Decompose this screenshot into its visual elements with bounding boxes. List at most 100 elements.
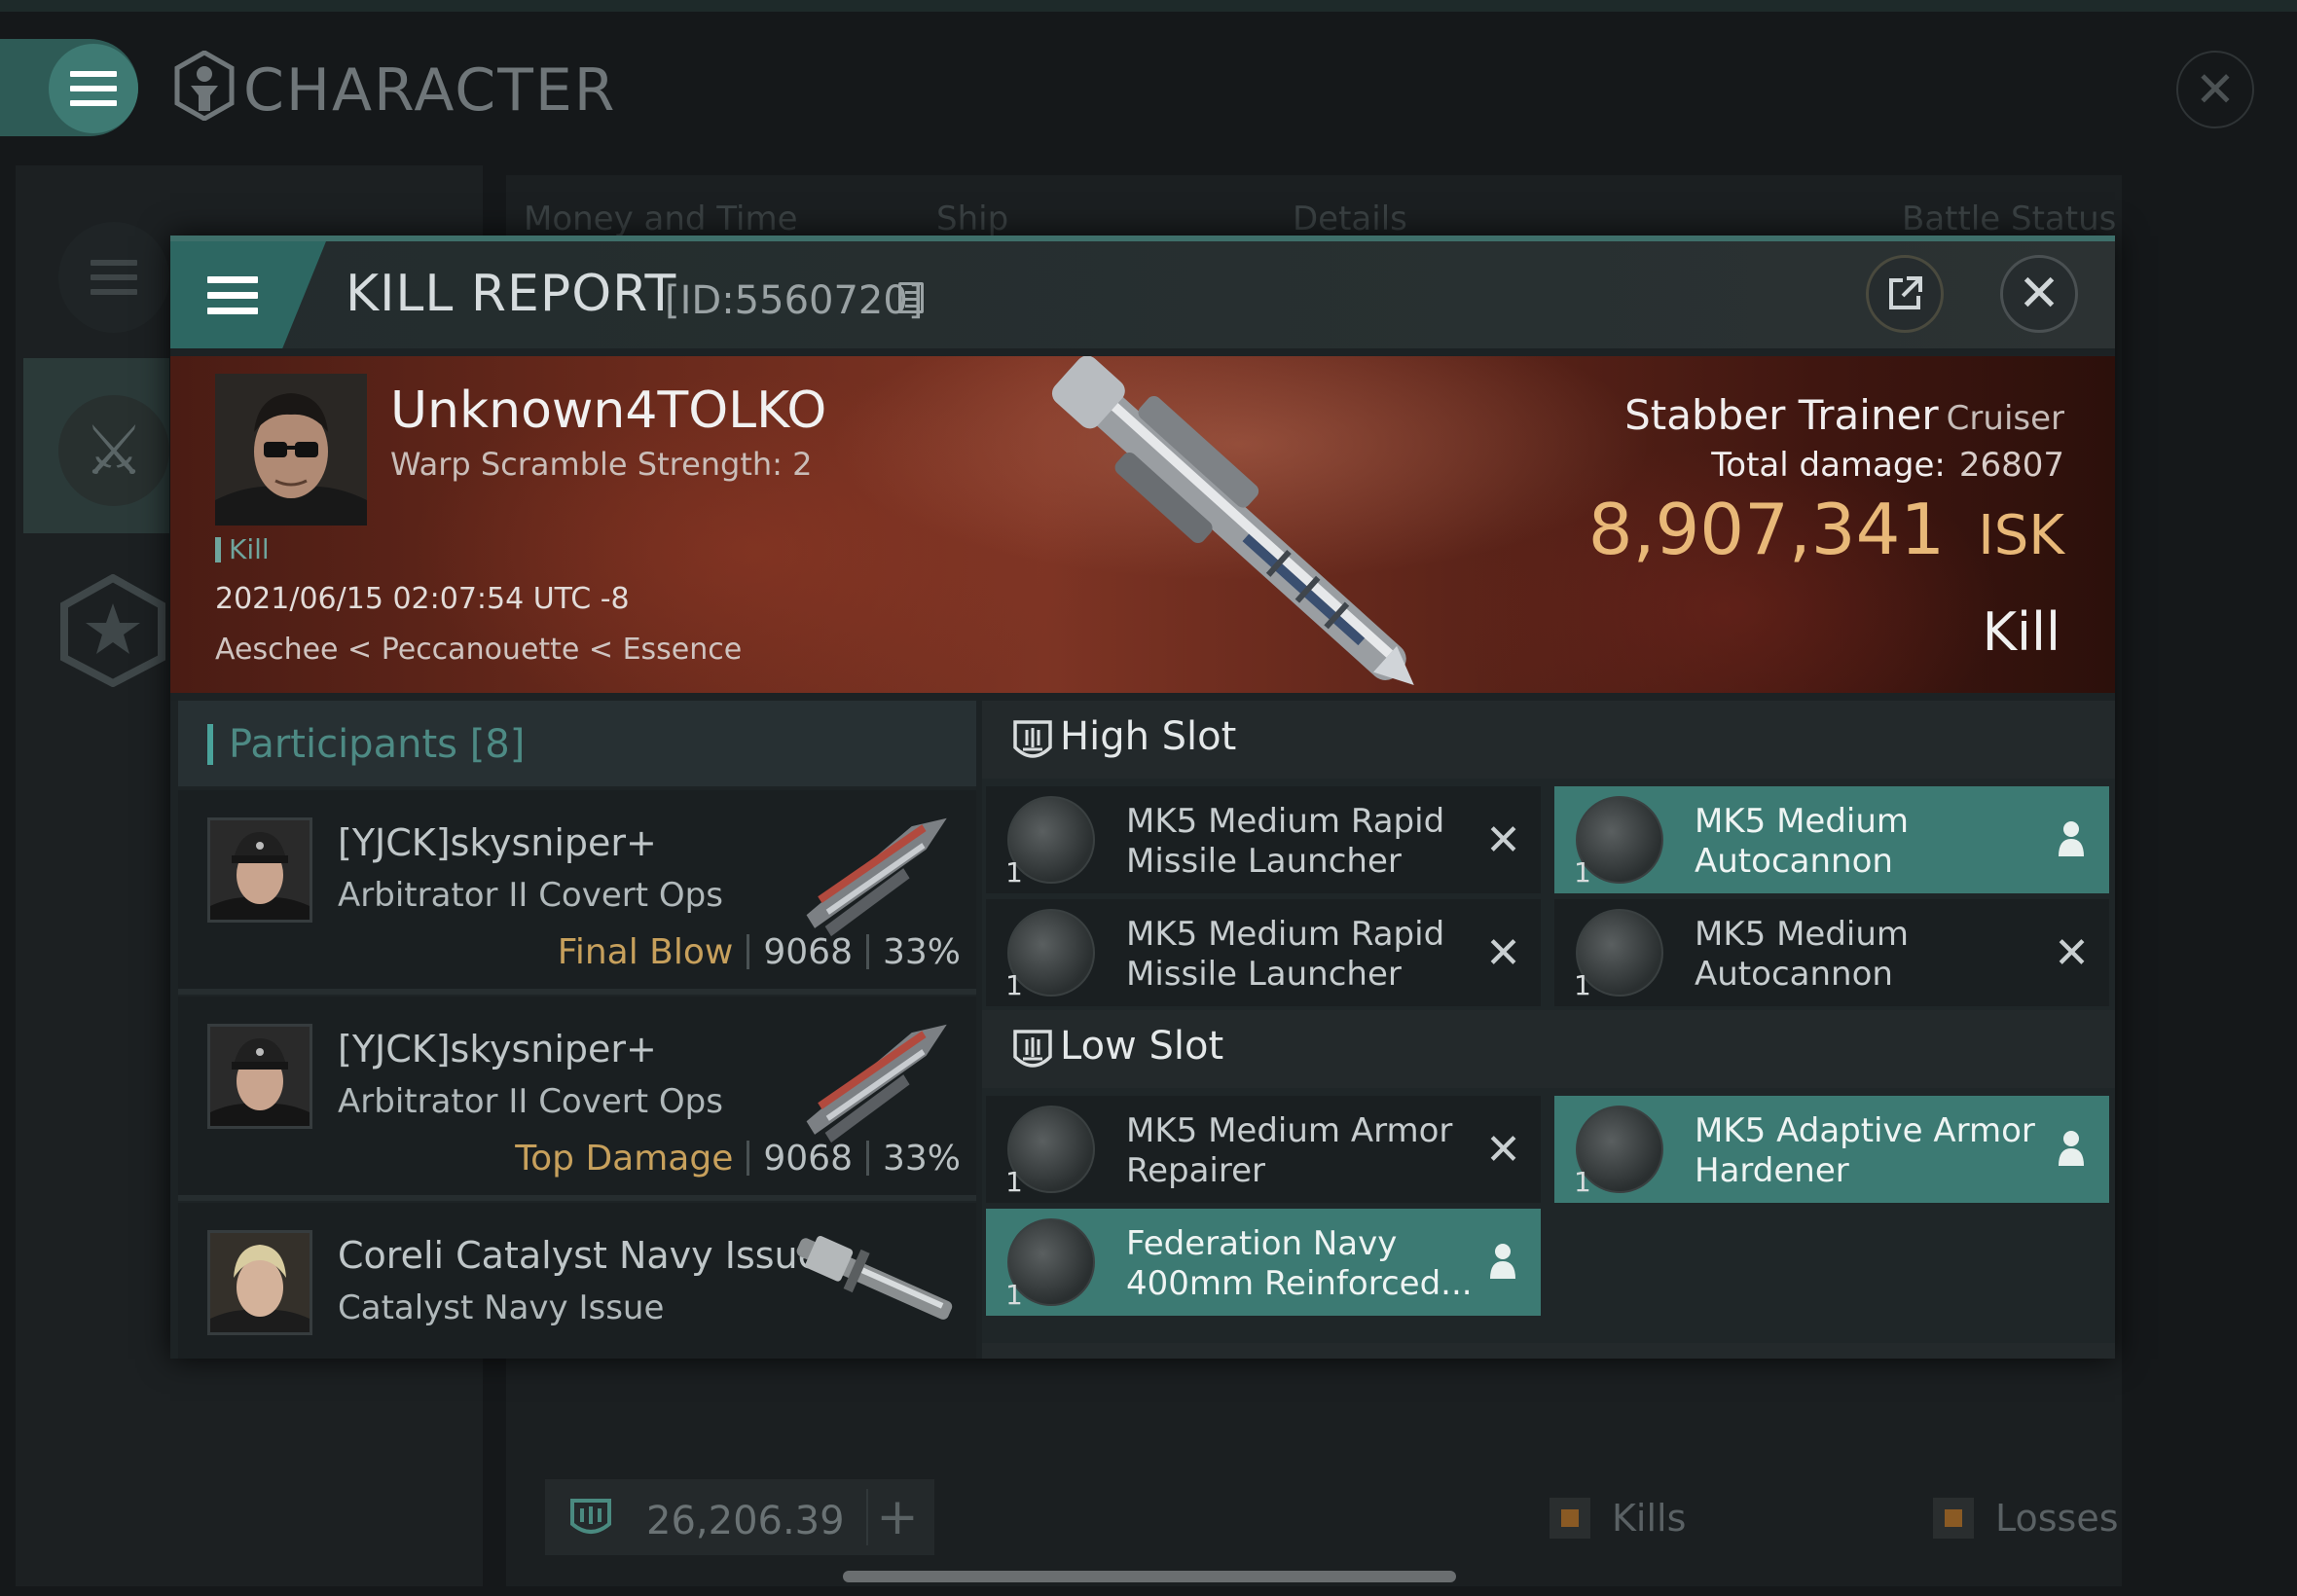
participant-portrait (210, 820, 310, 920)
module-name: MK5 Medium Rapid Missile Launcher (1126, 915, 1445, 994)
close-button[interactable]: ✕ (2000, 255, 2078, 333)
list-icon (91, 260, 137, 295)
add-button[interactable]: + (866, 1488, 927, 1546)
dropped-person-icon (2059, 1131, 2084, 1166)
module-quantity: 1 (1574, 1166, 1591, 1198)
close-icon: ✕ (2018, 265, 2060, 323)
module-quantity: 1 (1574, 856, 1591, 889)
participant-ship: Arbitrator II Covert Ops (338, 876, 723, 915)
hamburger-icon (70, 71, 117, 106)
module-item[interactable]: 1 MK5 Adaptive Armor Hardener (1554, 1096, 2109, 1203)
modal-title: KILL REPORT (346, 265, 677, 323)
mid-slot-header-partial (982, 1343, 2115, 1359)
victim-name[interactable]: Unknown4TOLKO (390, 381, 826, 440)
high-slot-label: High Slot (1060, 714, 1237, 759)
module-item[interactable]: 1 MK5 Medium Autocannon (1554, 786, 2109, 893)
isk-unit: ISK (1978, 504, 2064, 567)
wallet-value: 26,206.39 (646, 1499, 845, 1543)
victim-portrait-image (215, 374, 367, 526)
module-name: MK5 Medium Autocannon (1695, 915, 1910, 994)
module-name: MK5 Medium Rapid Missile Launcher (1126, 802, 1445, 881)
participant-row[interactable]: Coreli Catalyst Navy Issue5 Catalyst Nav… (178, 1203, 976, 1359)
kill-datetime: 2021/06/15 02:07:54 UTC -8 (215, 582, 630, 616)
low-slot-label: Low Slot (1060, 1024, 1224, 1069)
participant-ship: Catalyst Navy Issue (338, 1288, 665, 1327)
participant-ship-image (806, 1024, 947, 1143)
participant-ship: Arbitrator II Covert Ops (338, 1082, 723, 1121)
copy-icon[interactable] (898, 282, 924, 313)
participant-row[interactable]: [YJCK]skysniper+ Arbitrator II Covert Op… (178, 997, 976, 1201)
victim-portrait[interactable] (215, 374, 367, 526)
participant-avatar (207, 1230, 312, 1335)
module-item[interactable]: 1 Federation Navy 400mm Reinforced... (986, 1209, 1541, 1316)
module-name: MK5 Medium Armor Repairer (1126, 1111, 1453, 1190)
module-quantity: 1 (1005, 969, 1023, 1001)
total-damage: Total damage: 26807 (1711, 446, 2064, 485)
participant-tag: Final Blow (557, 932, 734, 972)
character-icon (174, 51, 235, 121)
module-quantity: 1 (1005, 1279, 1023, 1311)
participant-name: Coreli Catalyst Navy Issue5 (338, 1234, 833, 1277)
total-damage-value: 26807 (1958, 446, 2064, 485)
participant-percent: 33% (882, 1139, 961, 1179)
module-item[interactable]: 1 MK5 Medium Autocannon ✕ (1554, 899, 2109, 1006)
participant-damage: 9068 (763, 932, 853, 972)
module-quantity: 1 (1574, 969, 1591, 1001)
combat-log-button[interactable]: ⚔ (58, 395, 169, 506)
legend-losses: Losses (1933, 1497, 2119, 1540)
participant-stats: Final Blow 9068 33% (558, 932, 961, 972)
victim-ship-name: Stabber Trainer (1624, 391, 1939, 439)
medals-button[interactable] (56, 574, 169, 687)
module-item[interactable]: 1 MK5 Medium Rapid Missile Launcher ✕ (986, 899, 1541, 1006)
tab-ship[interactable]: Ship (936, 200, 1008, 238)
share-button[interactable] (1866, 255, 1944, 333)
participant-tag: Top Damage (515, 1139, 734, 1179)
destroyed-icon: ✕ (1485, 1125, 1521, 1175)
module-item[interactable]: 1 MK5 Medium Rapid Missile Launcher ✕ (986, 786, 1541, 893)
character-tabs: Money and Time Ship Details Battle Statu… (524, 200, 2120, 238)
participant-stats: Top Damage 9068 33% (515, 1139, 961, 1179)
total-damage-label: Total damage: (1711, 446, 1946, 485)
crossed-swords-icon: ⚔ (83, 411, 145, 490)
star-badge-icon (60, 574, 165, 687)
participant-percent: 33% (882, 932, 961, 972)
module-quantity: 1 (1005, 1166, 1023, 1198)
participant-ship-image (796, 1236, 953, 1320)
participant-damage: 9068 (763, 1139, 853, 1179)
isk-value: 8,907,341 ISK (1588, 489, 2064, 570)
tab-details[interactable]: Details (1293, 200, 1407, 238)
module-item[interactable]: 1 MK5 Medium Armor Repairer ✕ (986, 1096, 1541, 1203)
kills-swatch-icon (1550, 1498, 1590, 1539)
high-slot-header: High Slot (982, 701, 2115, 779)
kill-report-id: [ID:5560720] (665, 278, 924, 323)
kill-type-tag: Kill (215, 533, 270, 565)
isk-amount: 8,907,341 (1587, 489, 1946, 570)
tab-money-and-time[interactable]: Money and Time (524, 200, 798, 238)
wallet-icon (570, 1499, 611, 1534)
tab-battle-status[interactable]: Battle Status (1902, 200, 2116, 238)
victim-banner: Unknown4TOLKO Warp Scramble Strength: 2 … (170, 356, 2115, 693)
participant-avatar (207, 1024, 312, 1129)
dropped-person-icon (2059, 821, 2084, 856)
kill-location[interactable]: Aeschee < Peccanouette < Essence (215, 633, 742, 667)
participants-title: Participants [8] (229, 722, 526, 767)
victim-subtitle: Warp Scramble Strength: 2 (390, 446, 813, 483)
low-slot-icon (1013, 1030, 1052, 1068)
victim-ship-image[interactable] (968, 356, 1494, 693)
participant-avatar (207, 817, 312, 923)
module-name: MK5 Adaptive Armor Hardener (1695, 1111, 2035, 1190)
page-title: CHARACTER (243, 56, 617, 125)
list-menu-button[interactable] (58, 222, 169, 333)
participant-name: [YJCK]skysniper+ (338, 1028, 657, 1070)
main-menu-button[interactable] (49, 44, 138, 133)
victim-ship[interactable]: Stabber Trainer Cruiser (1624, 391, 2064, 439)
high-slot-icon (1013, 720, 1052, 758)
close-icon: ✕ (2195, 61, 2236, 118)
external-link-icon (1889, 276, 1922, 309)
participants-header-marker (207, 724, 213, 765)
dropped-person-icon (1490, 1244, 1515, 1279)
module-name: MK5 Medium Autocannon (1695, 802, 1910, 881)
participant-row[interactable]: [YJCK]skysniper+ Arbitrator II Covert Op… (178, 790, 976, 995)
close-screen-button[interactable]: ✕ (2176, 51, 2254, 128)
module-name: Federation Navy 400mm Reinforced... (1126, 1224, 1473, 1303)
